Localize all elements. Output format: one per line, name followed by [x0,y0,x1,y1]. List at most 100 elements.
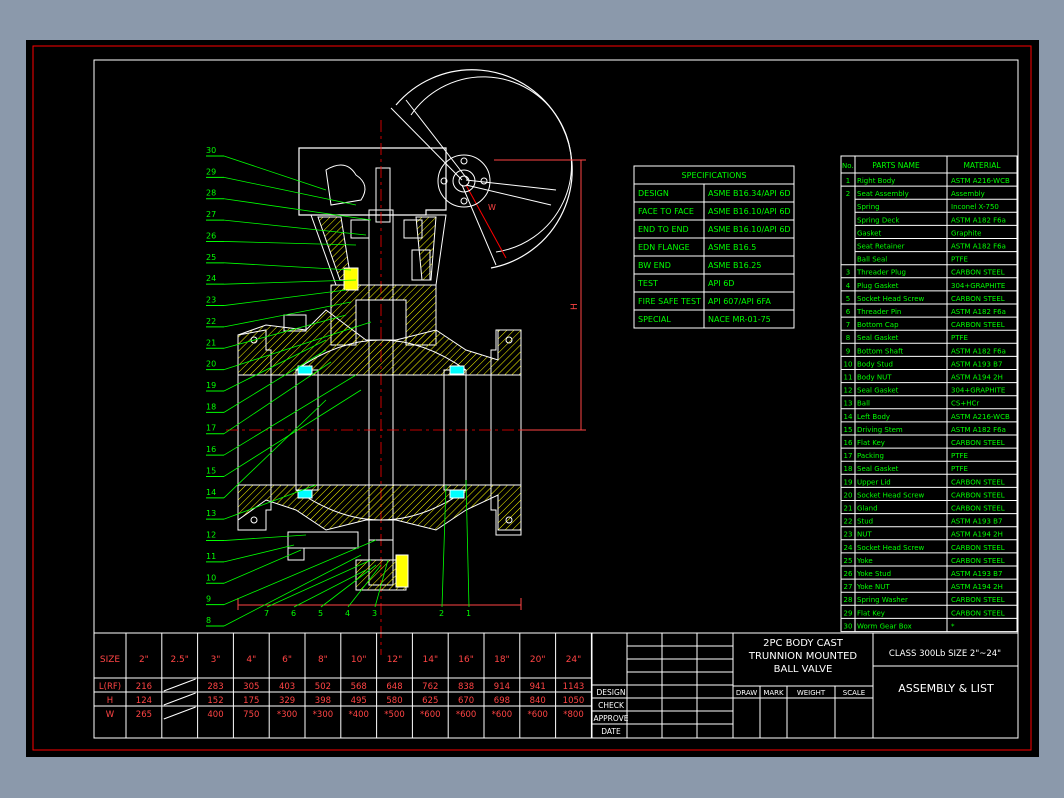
part-name: Seal Gasket [857,465,899,473]
part-material: ASTM A216-WCB [951,413,1010,421]
part-name: Yoke Stud [856,570,891,578]
part-material: ASTM A182 F6a [951,308,1006,316]
part-no: 17 [844,452,853,460]
callout-24: 24 [206,274,216,283]
part-no: 2 [846,190,850,198]
callout-29: 29 [206,167,216,176]
dim-value: 216 [136,682,152,692]
title-line: 2PC BODY CAST [763,638,844,649]
small-label: MARK [763,689,784,697]
callout-25: 25 [206,253,216,262]
cad-drawing: H W 302928272625242322212019181716151413… [32,45,1032,751]
dim-value: 265 [136,710,152,720]
leader-line [223,219,367,236]
callout-6: 6 [291,609,296,618]
spec-key: FACE TO FACE [638,207,694,216]
part-material: ASTM A193 B7 [951,570,1002,578]
seal-ring [449,365,465,375]
callout-15: 15 [206,466,216,475]
hub-bolt [480,177,488,185]
parts-header: PARTS NAME [872,161,920,170]
leader-line [223,544,295,563]
callout-7: 7 [264,609,269,618]
valve-section-view: H W [223,69,586,655]
part-material: PTFE [951,334,968,342]
part-material: ASTM A193 B7 [951,518,1002,526]
dim-value: 670 [458,696,474,706]
part-no: 18 [844,465,853,473]
dim-value: 400 [207,710,223,720]
dim-value: 762 [422,682,438,692]
part-material: ASTM A182 F6a [951,426,1006,434]
na-slash [163,678,196,692]
part-name: NUT [857,531,872,539]
parts-list-table: No. PARTS NAME MATERIAL 1 Right Body ASTM A21… [840,155,1018,633]
dim-value: *800 [563,710,583,720]
dimensions-table: SIZE 2" 2.5" 3" 4" 6" 8" 10" 12" 14" 16" 18" 20" 24" L… [93,632,592,739]
part-no: 7 [846,321,850,329]
spec-value: API 607/API 6FA [708,297,771,306]
dim-h-label: H [570,303,580,310]
spec-key: TEST [637,279,658,288]
approval-label: DATE [601,727,621,736]
part-material: CARBON STEEL [951,295,1005,303]
dim-value: 124 [136,696,152,706]
dim-value: 750 [243,710,259,720]
part-no: 12 [844,387,853,395]
body-nut [287,547,305,561]
seal-ring [297,365,313,375]
dim-value: 648 [386,682,402,692]
part-material: CARBON STEEL [951,609,1005,617]
part-no: 26 [844,570,853,578]
cad-viewport[interactable]: H W 30 29 28 27 26 25 24 23 22 21 20 19 18 17 16 15 14 13… [26,40,1039,757]
approval-label: DESIGN [597,688,626,697]
size-value: 6" [282,655,292,665]
gear-box [298,147,447,216]
dim-value: 941 [530,682,546,692]
size-value: 20" [530,655,546,665]
dim-row-label: L(RF) [99,682,121,692]
part-name: Threader Pin [856,308,901,316]
part-no: 27 [844,583,853,591]
spec-key: BW END [638,261,671,270]
part-no: 28 [844,596,853,604]
part-material: ASTM A194 2H [951,374,1003,382]
hub-bolt [460,157,468,165]
part-name: Bottom Shaft [857,347,903,355]
spec-value: ASME B16.5 [708,243,756,252]
part-no: 11 [844,374,853,382]
leader-line [223,289,347,306]
part-no: 3 [846,269,850,277]
spec-key: FIRE SAFE TEST [638,297,701,306]
callout-1: 1 [466,609,471,618]
callout-28: 28 [206,189,216,198]
leader-line [293,569,367,608]
spec-key: END TO END [638,225,689,234]
callout-26: 26 [206,231,216,240]
dim-value: 495 [351,696,367,706]
part-name: Flat Key [857,439,885,447]
part-name: Spring Washer [857,596,908,604]
leader-line [223,549,302,584]
approval-block: DESIGN CHECK APPROVE DATE [591,632,734,739]
part-name: Yoke NUT [856,583,890,591]
size-value: 16" [458,655,474,665]
spec-key: DESIGN [638,189,669,198]
part-no: 23 [844,531,853,539]
dim-value: *600 [527,710,547,720]
dim-value: *400 [348,710,368,720]
callout-11: 11 [206,552,216,561]
part-material: CARBON STEEL [951,557,1005,565]
callout-20: 20 [206,360,216,369]
part-material: Graphite [951,229,981,237]
dim-value: 403 [279,682,295,692]
title-line: BALL VALVE [774,664,833,675]
size-label: SIZE [100,655,121,665]
class-size: CLASS 300Lb SIZE 2"~24" [889,649,1001,659]
gland-bolt [343,267,359,291]
part-name: Ball Seal [857,256,887,264]
part-name: Body Stud [857,360,893,368]
dim-value: *600 [420,710,440,720]
assembly-list: ASSEMBLY & LIST [898,682,994,695]
size-value: 4" [246,655,256,665]
